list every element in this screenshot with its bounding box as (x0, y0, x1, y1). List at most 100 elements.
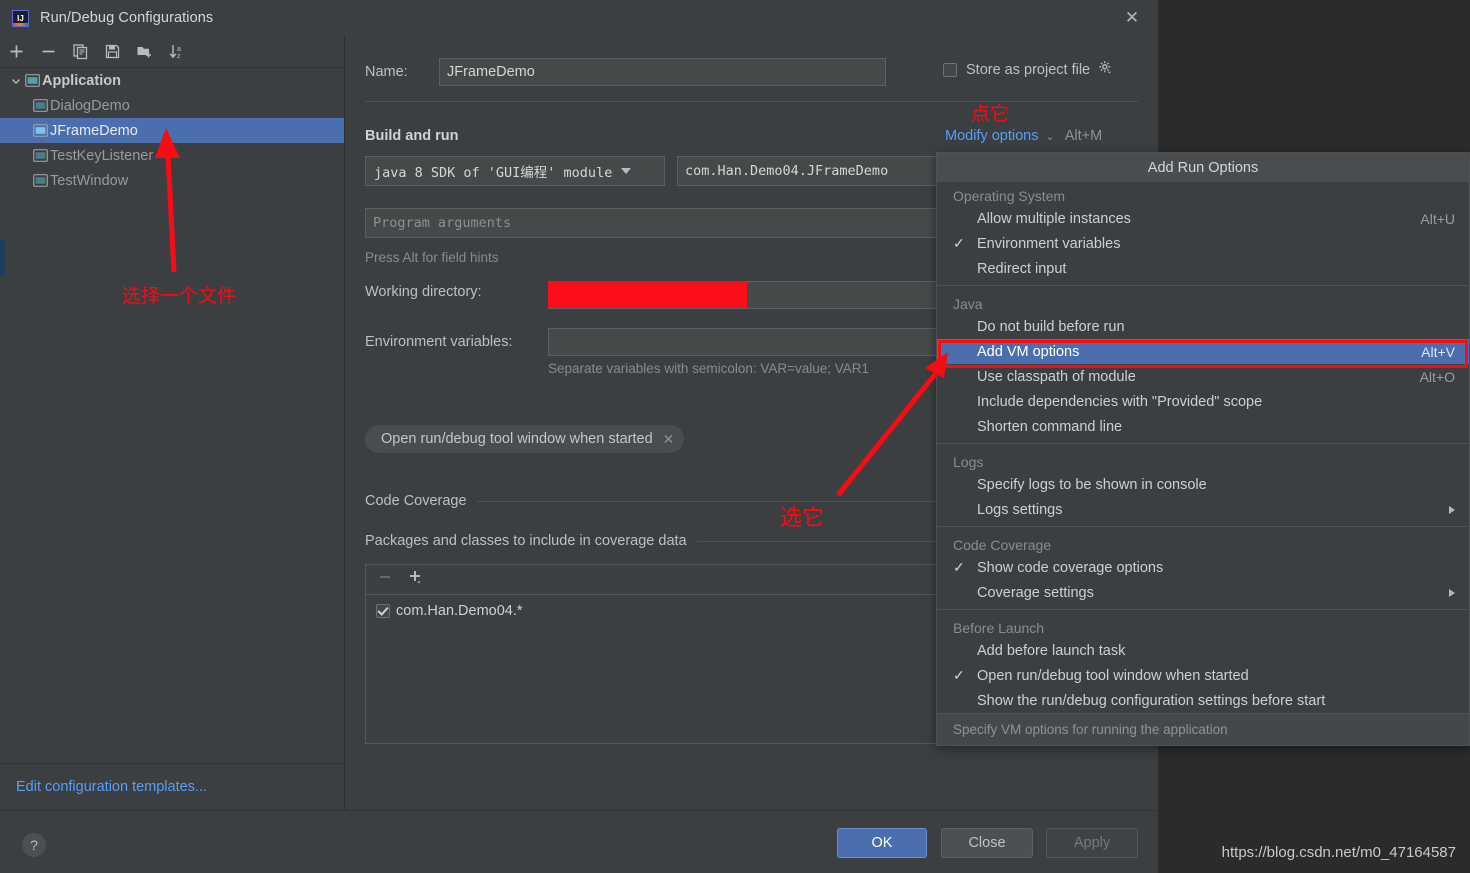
save-configuration-button[interactable] (96, 39, 128, 65)
coverage-item-checkbox[interactable] (376, 604, 390, 618)
menu-item-add-before-launch-task[interactable]: Add before launch task (937, 638, 1469, 663)
tree-item-label: JFrameDemo (50, 122, 138, 139)
tree-item-dialogdemo[interactable]: DialogDemo (0, 93, 344, 118)
screen: Run/Debug Configurations ✕ (0, 0, 1470, 873)
jre-module-combo[interactable]: java 8 SDK of 'GUI编程' module (365, 156, 665, 186)
menu-item-environment-variables[interactable]: ✓ Environment variables (937, 231, 1469, 256)
menu-item-label: Show code coverage options (977, 559, 1164, 576)
menu-item-label: Shorten command line (977, 418, 1123, 435)
menu-item-label: Add before launch task (977, 642, 1126, 659)
check-icon: ✓ (953, 235, 965, 251)
application-configuration-icon (24, 74, 40, 88)
chevron-down-icon[interactable] (8, 73, 24, 89)
menu-item-label: Allow multiple instances (977, 210, 1131, 227)
edit-configuration-templates-link[interactable]: Edit configuration templates... (16, 779, 207, 795)
menu-separator (937, 526, 1469, 527)
store-as-project-file-checkbox[interactable] (943, 63, 957, 77)
menu-item-open-run-debug-tool-window-when-started[interactable]: ✓ Open run/debug tool window when started (937, 663, 1469, 688)
menu-item-add-vm-options[interactable]: Add VM options Alt+V (937, 339, 1469, 364)
add-configuration-button[interactable] (0, 39, 32, 65)
menu-group-label: Logs (953, 454, 984, 470)
menu-item-label: Logs settings (977, 501, 1063, 518)
apply-button[interactable]: Apply (1046, 828, 1138, 858)
menu-item-label: Coverage settings (977, 584, 1094, 601)
check-icon: ✓ (953, 559, 965, 575)
menu-item-use-classpath-of-module[interactable]: Use classpath of module Alt+O (937, 364, 1469, 389)
help-button[interactable]: ? (22, 833, 46, 857)
menu-item-specify-logs-to-be-shown-in-console[interactable]: Specify logs to be shown in console (937, 472, 1469, 497)
menu-item-label: Use classpath of module (977, 368, 1136, 385)
menu-item-allow-multiple-instances[interactable]: Allow multiple instances Alt+U (937, 206, 1469, 231)
menu-group-label: Operating System (953, 188, 1066, 204)
modify-options-accel: Alt+M (1064, 128, 1103, 144)
build-and-run-title: Build and run (365, 128, 459, 144)
tree-item-jframedemo[interactable]: JFrameDemo (0, 118, 344, 143)
menu-item-include-dependencies-with-provided-scope[interactable]: Include dependencies with "Provided" sco… (937, 389, 1469, 414)
configurations-sidebar: a z Application DialogDemo JFrameDemo TestK… (0, 36, 345, 810)
menu-item-shortcut: Alt+O (1419, 368, 1455, 385)
left-edge-accent (0, 240, 5, 275)
dialog-titlebar: Run/Debug Configurations ✕ (0, 0, 1158, 36)
chevron-down-icon[interactable] (621, 168, 632, 174)
menu-item-redirect-input[interactable]: Redirect input (937, 256, 1469, 281)
popup-menu-body: Operating System Allow multiple instances… (937, 182, 1469, 713)
tree-item-application[interactable]: Application (0, 68, 344, 93)
name-row: Name: JFrameDemo (365, 58, 886, 86)
menu-item-do-not-build-before-run[interactable]: Do not build before run (937, 314, 1469, 339)
svg-text:a: a (177, 46, 181, 53)
menu-item-show-code-coverage-options[interactable]: ✓ Show code coverage options (937, 555, 1469, 580)
check-icon: ✓ (953, 667, 965, 683)
working-directory-row: Working directory: (365, 284, 545, 300)
chevron-down-icon[interactable]: ⌄ (1046, 130, 1055, 143)
tree-item-testkeylistener[interactable]: TestKeyListener (0, 143, 344, 168)
name-input[interactable]: JFrameDemo (439, 58, 886, 86)
watermark-url: https://blog.csdn.net/m0_47164587 (1221, 844, 1456, 861)
store-as-project-file-label: Store as project file (966, 62, 1091, 78)
menu-item-shortcut: Alt+U (1420, 210, 1455, 227)
coverage-item-label: com.Han.Demo04.* (396, 603, 523, 619)
move-to-folder-button[interactable] (128, 39, 160, 65)
modify-options-link[interactable]: Modify options (945, 128, 1039, 144)
sidebar-footer: Edit configuration templates... (0, 763, 344, 810)
menu-item-label: Specify logs to be shown in console (977, 476, 1207, 493)
open-run-debug-tool-window-chip[interactable]: Open run/debug tool window when started … (365, 425, 685, 453)
configurations-tree: Application DialogDemo JFrameDemo TestKeyLi… (0, 68, 344, 193)
tree-item-label: Application (42, 72, 121, 89)
menu-item-shorten-command-line[interactable]: Shorten command line (937, 414, 1469, 439)
close-icon[interactable]: ✕ (1122, 8, 1142, 28)
coverage-add-button[interactable] (408, 569, 424, 590)
working-directory-redaction (548, 281, 747, 308)
gear-dropdown-icon[interactable] (1098, 60, 1113, 80)
svg-text:z: z (177, 53, 181, 60)
chevron-right-icon[interactable] (1449, 505, 1455, 514)
application-configuration-icon (32, 149, 48, 163)
dialog-title: Run/Debug Configurations (40, 10, 214, 26)
chip-close-icon[interactable]: ✕ (663, 431, 675, 448)
dialog-button-bar: ? OK Close Apply (0, 810, 1158, 873)
menu-item-logs-settings[interactable]: Logs settings (937, 497, 1469, 522)
environment-variables-row: Environment variables: (365, 334, 545, 350)
menu-item-show-the-run-debug-configuration-settings-before-start[interactable]: Show the run/debug configuration setting… (937, 688, 1469, 713)
copy-configuration-button[interactable] (64, 39, 96, 65)
menu-group-label: Before Launch (953, 620, 1045, 636)
menu-item-label: Show the run/debug configuration setting… (977, 692, 1326, 709)
tree-item-label: DialogDemo (50, 97, 130, 114)
menu-separator (937, 609, 1469, 610)
menu-item-coverage-settings[interactable]: Coverage settings (937, 580, 1469, 605)
sort-configurations-button[interactable]: a z (160, 39, 192, 65)
chip-label: Open run/debug tool window when started (381, 431, 653, 447)
environment-variables-hint: Separate variables with semicolon: VAR=v… (548, 361, 870, 376)
modify-options-row[interactable]: Modify options ⌄ Alt+M (945, 128, 1102, 144)
chevron-right-icon[interactable] (1449, 588, 1455, 597)
field-hint-text: Press Alt for field hints (365, 250, 499, 265)
menu-separator (937, 443, 1469, 444)
store-as-project-file-row[interactable]: Store as project file (943, 60, 1113, 80)
menu-item-label: Do not build before run (977, 318, 1125, 335)
coverage-remove-button[interactable] (378, 570, 392, 589)
tree-item-testwindow[interactable]: TestWindow (0, 168, 344, 193)
popup-title: Add Run Options (937, 153, 1469, 182)
ok-button[interactable]: OK (837, 828, 927, 858)
close-button[interactable]: Close (941, 828, 1033, 858)
intellij-idea-icon (12, 9, 29, 27)
remove-configuration-button[interactable] (32, 39, 64, 65)
